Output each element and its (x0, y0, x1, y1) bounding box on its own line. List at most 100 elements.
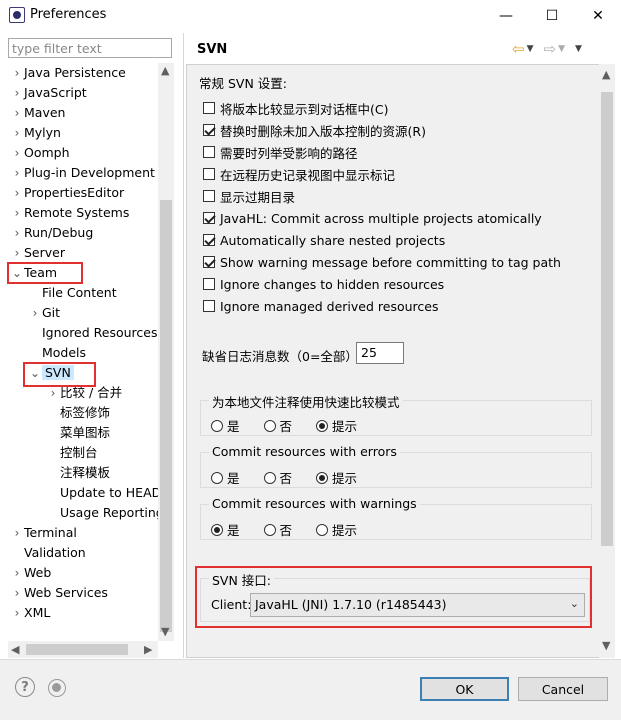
scroll-up-icon[interactable]: ▲ (602, 68, 610, 81)
checkbox[interactable] (203, 190, 215, 202)
radio-button[interactable] (263, 471, 276, 484)
checkbox[interactable] (203, 124, 215, 136)
radio-button[interactable] (316, 471, 329, 484)
forward-arrow-icon[interactable]: ⇨ (544, 40, 557, 58)
back-arrow-icon[interactable]: ⇦ (512, 40, 525, 58)
checkbox-option[interactable]: Automatically share nested projects (203, 230, 445, 250)
checkbox-option[interactable]: 显示过期目录 (203, 186, 295, 206)
chevron-right-icon[interactable]: › (10, 103, 24, 123)
chevron-right-icon[interactable]: › (10, 63, 24, 83)
tree-item[interactable]: Update to HEAD (46, 483, 158, 503)
chevron-right-icon[interactable]: › (10, 523, 24, 543)
checkbox[interactable] (203, 102, 215, 114)
checkbox[interactable] (203, 256, 215, 268)
log-count-input[interactable]: 25 (356, 342, 404, 364)
back-dropdown-icon[interactable]: ▼ (527, 44, 534, 54)
chevron-right-icon[interactable]: › (10, 583, 24, 603)
radio-option[interactable]: 是 (211, 468, 240, 487)
scroll-thumb[interactable] (26, 644, 128, 655)
filter-input[interactable] (8, 38, 172, 58)
tree-item[interactable]: 注释模板 (46, 463, 110, 483)
tree-item[interactable]: File Content (28, 283, 117, 303)
record-icon[interactable] (48, 679, 66, 697)
tree-item[interactable]: › Maven (10, 103, 66, 123)
checkbox-option[interactable]: Ignore managed derived resources (203, 296, 438, 316)
chevron-right-icon[interactable]: › (10, 203, 24, 223)
tree-item[interactable]: 控制台 (46, 443, 98, 463)
chevron-right-icon[interactable]: › (10, 603, 24, 623)
tree-vertical-scrollbar[interactable]: ▲ ▼ (158, 63, 174, 641)
tree-item[interactable]: 菜单图标 (46, 423, 110, 443)
tree-horizontal-scrollbar[interactable]: ◀ ▶ (8, 641, 158, 658)
scroll-down-icon[interactable]: ▼ (161, 625, 169, 638)
radio-button[interactable] (316, 419, 329, 432)
chevron-right-icon[interactable]: › (10, 243, 24, 263)
tree-item[interactable]: › Server (10, 243, 65, 263)
checkbox[interactable] (203, 212, 215, 224)
scroll-right-icon[interactable]: ▶ (144, 643, 152, 656)
radio-button[interactable] (211, 523, 223, 536)
cancel-button[interactable]: Cancel (518, 677, 608, 701)
radio-option[interactable]: 否 (263, 416, 292, 435)
radio-option[interactable]: 否 (263, 520, 292, 539)
radio-option[interactable]: 提示 (316, 468, 357, 487)
client-select[interactable]: JavaHL (JNI) 1.7.10 (r1485443) ⌄ (250, 593, 585, 617)
tree-item[interactable]: › Oomph (10, 143, 70, 163)
close-button[interactable]: ✕ (575, 0, 621, 31)
view-menu-icon[interactable]: ▼ (575, 44, 582, 54)
maximize-button[interactable]: ☐ (529, 0, 575, 31)
checkbox-option[interactable]: 替换时删除未加入版本控制的资源(R) (203, 120, 426, 140)
chevron-right-icon[interactable]: › (10, 163, 24, 183)
tree-item[interactable]: › Web (10, 563, 52, 583)
chevron-right-icon[interactable]: › (10, 83, 24, 103)
chevron-right-icon[interactable]: › (10, 563, 24, 583)
radio-option[interactable]: 是 (211, 416, 240, 435)
radio-button[interactable] (263, 419, 276, 432)
forward-dropdown-icon[interactable]: ▼ (558, 44, 565, 54)
radio-option[interactable]: 提示 (316, 520, 357, 539)
tree-item[interactable]: Models (28, 343, 86, 363)
checkbox[interactable] (203, 168, 215, 180)
tree-item[interactable]: › JavaScript (10, 83, 87, 103)
chevron-right-icon[interactable]: › (10, 123, 24, 143)
radio-button[interactable] (316, 523, 329, 536)
scroll-up-icon[interactable]: ▲ (161, 64, 169, 77)
tree-item[interactable]: › Run/Debug (10, 223, 94, 243)
tree-item[interactable]: › XML (10, 603, 51, 623)
checkbox-option[interactable]: Ignore changes to hidden resources (203, 274, 444, 294)
tree-item[interactable]: › Mylyn (10, 123, 61, 143)
scroll-down-icon[interactable]: ▼ (602, 639, 610, 652)
tree-item[interactable]: › Plug-in Development (10, 163, 155, 183)
chevron-right-icon[interactable]: › (10, 223, 24, 243)
scroll-left-icon[interactable]: ◀ (11, 643, 19, 656)
radio-option[interactable]: 否 (263, 468, 292, 487)
tree-item[interactable]: › PropertiesEditor (10, 183, 125, 203)
scroll-thumb[interactable] (160, 200, 172, 632)
tree-item[interactable]: 标签修饰 (46, 403, 110, 423)
checkbox-option[interactable]: 在远程历史记录视图中显示标记 (203, 164, 395, 184)
tree-item[interactable]: › Web Services (10, 583, 108, 603)
chevron-right-icon[interactable]: › (28, 303, 42, 323)
minimize-button[interactable]: — (483, 0, 529, 31)
checkbox-option[interactable]: Show warning message before committing t… (203, 252, 561, 272)
tree-item[interactable]: › Java Persistence (10, 63, 126, 83)
tree-item[interactable]: › Terminal (10, 523, 77, 543)
ok-button[interactable]: OK (420, 677, 509, 701)
radio-option[interactable]: 提示 (316, 416, 357, 435)
chevron-right-icon[interactable]: › (10, 183, 24, 203)
tree-item[interactable]: › Remote Systems (10, 203, 130, 223)
tree-item[interactable]: Usage Reporting (46, 503, 158, 523)
checkbox-option[interactable]: 将版本比较显示到对话框中(C) (203, 98, 388, 118)
checkbox[interactable] (203, 234, 215, 246)
tree-item[interactable]: Ignored Resources (28, 323, 158, 343)
scroll-thumb[interactable] (601, 92, 613, 546)
checkbox[interactable] (203, 300, 215, 312)
checkbox[interactable] (203, 146, 215, 158)
radio-button[interactable] (211, 419, 223, 432)
chevron-right-icon[interactable]: › (10, 143, 24, 163)
radio-button[interactable] (263, 523, 276, 536)
checkbox-option[interactable]: 需要时列举受影响的路径 (203, 142, 358, 162)
page-vertical-scrollbar[interactable]: ▲ ▼ (599, 64, 615, 658)
help-icon[interactable]: ? (15, 677, 35, 697)
tree-item[interactable]: › Git (28, 303, 60, 323)
